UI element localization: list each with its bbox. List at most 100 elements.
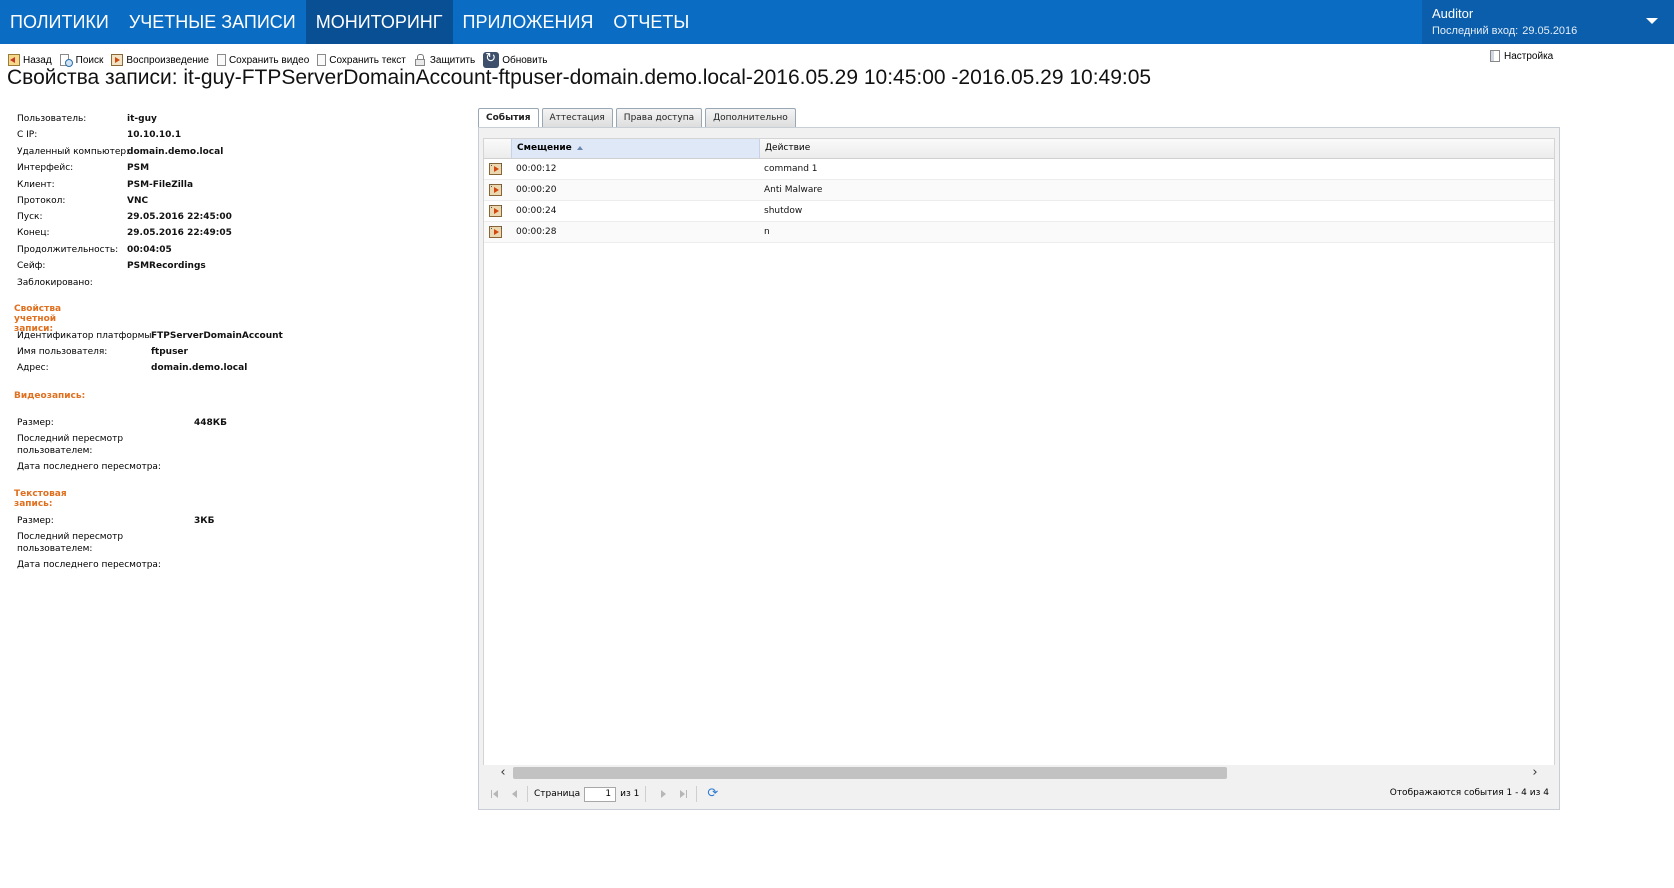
settings-button[interactable]: Настройка xyxy=(1490,50,1553,62)
settings-label: Настройка xyxy=(1504,50,1554,62)
tab-events[interactable]: События xyxy=(478,108,539,128)
video-size-label: Размер: xyxy=(17,418,54,428)
grid-header: Смещение Действие xyxy=(484,139,1554,159)
top-nav-bar: ПОЛИТИКИ УЧЕТНЫЕ ЗАПИСИ МОНИТОРИНГ ПРИЛО… xyxy=(0,0,1674,44)
table-row[interactable]: 00:00:24 shutdow xyxy=(484,201,1554,222)
prop-safe-label: Сейф: xyxy=(17,261,46,271)
prop-user-value: it-guy xyxy=(127,114,157,124)
recording-icon[interactable] xyxy=(489,163,502,175)
search-button[interactable]: Поиск xyxy=(59,53,104,67)
video-viewed-date-label: Дата последнего пересмотра: xyxy=(17,462,161,472)
scrollbar-thumb[interactable] xyxy=(513,767,1227,779)
text-size-label: Размер: xyxy=(17,516,54,526)
refresh-label: Обновить xyxy=(502,54,548,66)
user-menu[interactable]: Auditor Последний вход: 29.05.2016 xyxy=(1422,0,1674,44)
prop-platform-value: FTPServerDomainAccount xyxy=(151,331,283,341)
column-offset-header[interactable]: Смещение xyxy=(511,139,760,158)
prop-ip-value: 10.10.10.1 xyxy=(127,130,182,140)
row-action: command 1 xyxy=(764,164,818,174)
prop-client-value: PSM-FileZilla xyxy=(127,180,194,190)
prop-address-label: Адрес: xyxy=(17,363,49,373)
recording-icon[interactable] xyxy=(489,184,502,196)
row-action: Anti Malware xyxy=(764,185,823,195)
nav-item-applications[interactable]: ПРИЛОЖЕНИЯ xyxy=(453,0,604,44)
back-label: Назад xyxy=(23,54,52,66)
prop-username-label: Имя пользователя: xyxy=(17,347,108,357)
row-offset: 00:00:28 xyxy=(516,227,557,237)
column-action-label: Действие xyxy=(765,143,811,153)
events-grid: Смещение Действие 00:00:12 command 1 00:… xyxy=(483,138,1555,768)
save-video-button[interactable]: Сохранить видео xyxy=(216,54,309,66)
nav-item-monitoring[interactable]: МОНИТОРИНГ xyxy=(305,0,453,44)
prop-remote-label: Удаленный компьютер: xyxy=(17,147,130,157)
text-viewed-by-label-1: Последний пересмотр xyxy=(17,532,124,542)
scroll-right-icon[interactable]: › xyxy=(1527,766,1543,779)
row-offset: 00:00:20 xyxy=(516,185,557,195)
page-label: Страница xyxy=(534,789,581,799)
events-panel: Смещение Действие 00:00:12 command 1 00:… xyxy=(478,127,1560,810)
back-button[interactable]: Назад xyxy=(8,54,52,66)
sort-ascending-icon xyxy=(576,145,583,150)
video-section-heading: Видеозапись: xyxy=(14,391,86,401)
chevron-down-icon[interactable] xyxy=(1646,18,1658,24)
play-button[interactable]: Воспроизведение xyxy=(111,54,209,66)
page-title: Свойства записи: it-guy-FTPServerDomainA… xyxy=(7,66,1152,89)
save-text-button[interactable]: Сохранить текст xyxy=(317,54,406,66)
nav-item-accounts[interactable]: УЧЕТНЫЕ ЗАПИСИ xyxy=(119,0,306,44)
back-icon xyxy=(8,54,20,66)
pager-divider xyxy=(527,786,528,802)
main-nav: ПОЛИТИКИ УЧЕТНЫЕ ЗАПИСИ МОНИТОРИНГ ПРИЛО… xyxy=(0,0,699,44)
prop-client-label: Клиент: xyxy=(17,180,55,190)
play-icon xyxy=(111,54,124,66)
text-section-heading: Текстовая запись: xyxy=(14,489,67,509)
prop-platform-label: Идентификатор платформы: xyxy=(17,331,155,341)
text-size-value: 3КБ xyxy=(194,516,215,526)
nav-item-reports[interactable]: ОТЧЕТЫ xyxy=(603,0,699,44)
next-page-icon[interactable] xyxy=(657,787,671,801)
protect-button[interactable]: Защитить xyxy=(414,53,476,67)
nav-item-policies[interactable]: ПОЛИТИКИ xyxy=(0,0,119,44)
recording-icon[interactable] xyxy=(489,205,502,217)
scroll-left-icon[interactable]: ‹ xyxy=(495,766,511,779)
play-label: Воспроизведение xyxy=(126,54,209,66)
page-icon xyxy=(216,54,226,66)
table-row[interactable]: 00:00:12 command 1 xyxy=(484,159,1554,180)
prop-protocol-value: VNC xyxy=(127,196,149,206)
refresh-icon[interactable]: ⟳ xyxy=(707,787,721,801)
prop-interface-label: Интерфейс: xyxy=(17,163,74,173)
prop-start-label: Пуск: xyxy=(17,212,43,222)
column-action-header[interactable]: Действие xyxy=(760,139,1540,158)
prop-interface-value: PSM xyxy=(127,163,150,173)
table-row[interactable]: 00:00:20 Anti Malware xyxy=(484,180,1554,201)
search-label: Поиск xyxy=(75,54,104,66)
first-page-icon[interactable] xyxy=(488,787,502,801)
prop-duration-label: Продолжительность: xyxy=(17,245,119,255)
recording-icon[interactable] xyxy=(489,226,502,238)
prop-username-value: ftpuser xyxy=(151,347,188,357)
tab-additional[interactable]: Дополнительно xyxy=(705,108,796,128)
video-size-value: 448КБ xyxy=(194,418,228,428)
horizontal-scrollbar[interactable]: ‹ › xyxy=(483,765,1555,781)
document-icon xyxy=(317,54,327,66)
text-viewed-date-label: Дата последнего пересмотра: xyxy=(17,560,161,570)
tab-permissions[interactable]: Права доступа xyxy=(615,108,703,128)
protect-label: Защитить xyxy=(429,54,476,66)
prop-duration-value: 00:04:05 xyxy=(127,245,172,255)
text-viewed-by-label-2: пользователем: xyxy=(17,544,93,554)
row-action: n xyxy=(764,227,770,237)
save-text-label: Сохранить текст xyxy=(329,54,406,66)
last-page-icon[interactable] xyxy=(676,787,690,801)
last-login-label: Последний вход: xyxy=(1432,25,1519,37)
prop-user-label: Пользователь: xyxy=(17,114,87,124)
row-action: shutdow xyxy=(764,206,803,216)
prop-remote-value: domain.demo.local xyxy=(127,147,224,157)
last-login-date: 29.05.2016 xyxy=(1522,25,1578,37)
tab-attestation[interactable]: Аттестация xyxy=(541,108,613,128)
pagination-bar: Страница из 1 ⟳ Отображаются события 1 -… xyxy=(483,782,1555,806)
account-section-heading: Свойства учетной записи: xyxy=(14,304,62,334)
column-offset-label: Смещение xyxy=(517,143,572,153)
prev-page-icon[interactable] xyxy=(507,787,521,801)
table-row[interactable]: 00:00:28 n xyxy=(484,222,1554,243)
panel-icon xyxy=(1490,50,1500,62)
page-number-input[interactable] xyxy=(584,786,617,802)
